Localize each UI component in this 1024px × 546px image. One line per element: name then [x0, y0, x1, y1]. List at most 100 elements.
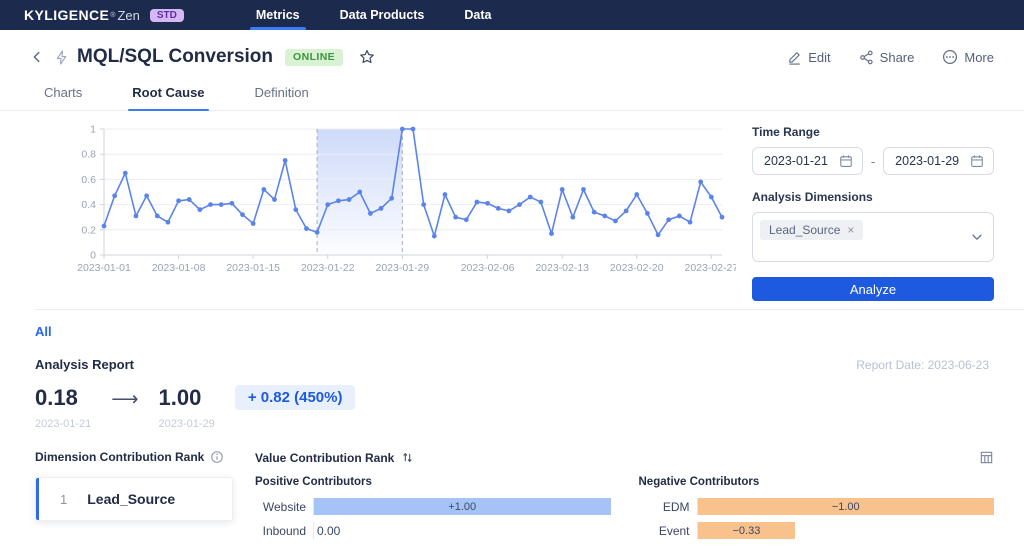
- filter-all-link[interactable]: All: [35, 324, 52, 339]
- contributor-row-edm[interactable]: EDM −1.00: [639, 498, 995, 515]
- nav-item-data-products[interactable]: Data Products: [320, 0, 445, 30]
- value-change-row: 0.18 2023-01-21 ⟶ 1.00 2023-01-29 + 0.82…: [35, 385, 989, 430]
- favorite-star-icon[interactable]: [359, 49, 375, 65]
- svg-text:0.4: 0.4: [81, 199, 96, 211]
- share-nodes-icon: [859, 50, 874, 65]
- contribution-value: +1.00: [448, 501, 476, 513]
- start-value: 0.18: [35, 385, 91, 411]
- header-actions: Edit Share More: [787, 49, 994, 65]
- chevron-down-icon[interactable]: [970, 230, 984, 244]
- end-date-value: 2023-01-29: [895, 154, 959, 168]
- root-cause-main: 00.20.40.60.812023-01-012023-01-082023-0…: [0, 111, 1024, 301]
- chip-remove-icon[interactable]: ×: [847, 224, 854, 236]
- tab-definition[interactable]: Definition: [253, 78, 311, 110]
- contributor-row-event[interactable]: Event −0.33: [639, 522, 995, 539]
- metric-line-chart[interactable]: 00.20.40.60.812023-01-012023-01-082023-0…: [30, 119, 736, 277]
- tab-charts[interactable]: Charts: [42, 78, 84, 110]
- contributor-name: Website: [255, 500, 313, 514]
- logo[interactable]: KYLIGENCE ® Zen STD: [24, 7, 184, 23]
- analysis-report-section: Analysis Report Report Date: 2023-06-23 …: [35, 357, 989, 430]
- negative-contributors-column: Negative Contributors EDM −1.00 Event −0…: [639, 476, 995, 546]
- rank-accent-bar: [36, 478, 39, 520]
- contributor-row-website[interactable]: Website +1.00: [255, 498, 611, 515]
- end-value: 1.00: [159, 385, 215, 411]
- svg-text:2023-01-15: 2023-01-15: [226, 262, 280, 274]
- edit-button[interactable]: Edit: [787, 49, 830, 65]
- back-icon[interactable]: [30, 50, 44, 64]
- svg-text:2023-02-13: 2023-02-13: [535, 262, 589, 274]
- negative-contributors-heading: Negative Contributors: [639, 476, 995, 488]
- bar-track: 0.00: [313, 522, 611, 539]
- analysis-controls-panel: Time Range 2023-01-21 - 2023-01-29 Analy…: [752, 119, 994, 301]
- contribution-bar: +1.00: [314, 498, 611, 515]
- dimension-chip-label: Lead_Source: [769, 223, 840, 237]
- svg-text:0.6: 0.6: [81, 174, 96, 186]
- positive-contributors-column: Positive Contributors Website +1.00 Inbo…: [255, 476, 611, 546]
- status-badge: ONLINE: [285, 49, 343, 66]
- svg-text:2023-01-22: 2023-01-22: [301, 262, 355, 274]
- registered-mark: ®: [110, 12, 115, 19]
- bar-track: −0.33: [697, 522, 995, 539]
- dimension-rank-item-lead-source[interactable]: 1 Lead_Source: [35, 477, 233, 521]
- dimension-rank-column: Dimension Contribution Rank 1 Lead_Sourc…: [35, 450, 233, 546]
- share-button[interactable]: Share: [859, 49, 915, 65]
- svg-text:2023-01-29: 2023-01-29: [375, 262, 429, 274]
- change-badge: + 0.82 (450%): [235, 385, 356, 410]
- nav-item-metrics[interactable]: Metrics: [236, 0, 320, 30]
- sort-icon[interactable]: [401, 451, 414, 464]
- svg-text:2023-01-01: 2023-01-01: [77, 262, 131, 274]
- rank-number: 1: [60, 492, 67, 507]
- value-rank-column: Value Contribution Rank Positive Contrib…: [255, 450, 994, 546]
- contributor-row-inbound[interactable]: Inbound 0.00: [255, 522, 611, 539]
- page-title: MQL/SQL Conversion: [77, 46, 273, 68]
- nav-item-data[interactable]: Data: [444, 0, 511, 30]
- table-icon: [979, 450, 994, 465]
- share-label: Share: [880, 50, 915, 65]
- start-date-input[interactable]: 2023-01-21: [752, 147, 863, 175]
- tab-bar: Charts Root Cause Definition: [0, 78, 1024, 111]
- calendar-icon: [970, 154, 984, 168]
- bar-track: +1.00: [313, 498, 611, 515]
- contribution-bar: −1.00: [698, 498, 995, 515]
- info-icon[interactable]: [210, 450, 224, 464]
- table-view-toggle[interactable]: [979, 450, 994, 465]
- analysis-dimensions-label: Analysis Dimensions: [752, 190, 994, 204]
- value-rank-heading: Value Contribution Rank: [255, 451, 394, 465]
- dimension-rank-heading: Dimension Contribution Rank: [35, 450, 204, 464]
- svg-text:2023-02-06: 2023-02-06: [461, 262, 515, 274]
- bar-track: −1.00: [697, 498, 995, 515]
- primary-nav: Metrics Data Products Data: [236, 0, 512, 30]
- date-range-separator: -: [871, 154, 875, 169]
- dimensions-multiselect[interactable]: Lead_Source ×: [752, 212, 994, 262]
- time-range-label: Time Range: [752, 125, 994, 139]
- std-badge: STD: [150, 9, 184, 22]
- start-value-date: 2023-01-21: [35, 418, 91, 430]
- date-range-row: 2023-01-21 - 2023-01-29: [752, 147, 994, 175]
- contributor-name: Inbound: [255, 524, 313, 538]
- section-divider: [35, 309, 1024, 310]
- right-arrow-icon: ⟶: [111, 385, 138, 411]
- svg-text:0: 0: [90, 250, 96, 262]
- logo-text: KYLIGENCE: [24, 7, 109, 23]
- more-label: More: [964, 50, 994, 65]
- start-date-value: 2023-01-21: [764, 154, 828, 168]
- pencil-icon: [787, 50, 802, 65]
- end-value-date: 2023-01-29: [159, 418, 215, 430]
- svg-text:2023-02-20: 2023-02-20: [610, 262, 664, 274]
- top-nav: KYLIGENCE ® Zen STD Metrics Data Product…: [0, 0, 1024, 30]
- contribution-value: 0.00: [314, 524, 340, 538]
- more-button[interactable]: More: [942, 49, 994, 65]
- contribution-section: Dimension Contribution Rank 1 Lead_Sourc…: [35, 450, 994, 546]
- analyze-button[interactable]: Analyze: [752, 277, 994, 301]
- page-header: MQL/SQL Conversion ONLINE Edit Share Mor…: [0, 30, 1024, 78]
- svg-text:2023-01-08: 2023-01-08: [152, 262, 206, 274]
- report-date: Report Date: 2023-06-23: [856, 358, 989, 372]
- contributor-name: Event: [639, 524, 697, 538]
- zap-icon: [54, 50, 69, 65]
- dimension-chip-lead-source: Lead_Source ×: [760, 220, 863, 240]
- tab-root-cause[interactable]: Root Cause: [130, 78, 206, 110]
- chart-area: 00.20.40.60.812023-01-012023-01-082023-0…: [30, 119, 736, 301]
- circle-ellipsis-icon: [942, 49, 958, 65]
- end-date-input[interactable]: 2023-01-29: [883, 147, 994, 175]
- rank-name: Lead_Source: [87, 491, 175, 507]
